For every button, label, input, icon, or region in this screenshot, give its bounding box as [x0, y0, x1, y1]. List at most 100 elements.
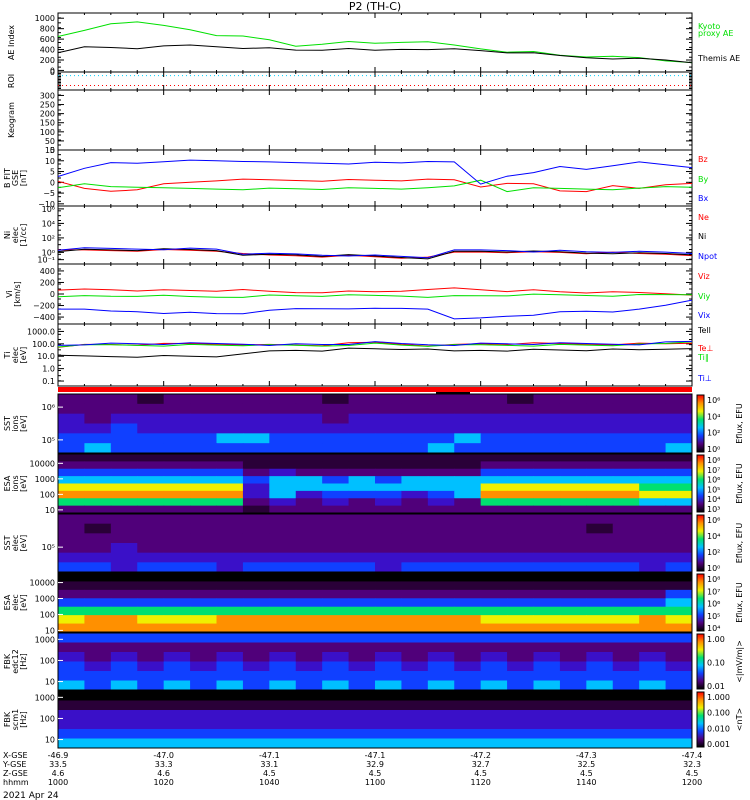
esa-elec-cell — [586, 581, 614, 591]
fbk-edc12-cell — [84, 680, 112, 691]
fbk-scm1-ylabel: [Hz] — [19, 711, 28, 727]
esa-elec-cell — [480, 615, 508, 625]
fbk-edc12-cell — [480, 661, 508, 672]
y-tick-label: 1000 — [35, 595, 55, 604]
sst-elec-cell — [58, 523, 85, 534]
fbk-scm1-cell — [190, 691, 217, 701]
fbk-scm1-cell — [348, 729, 376, 739]
sst-ions-cell — [110, 403, 138, 415]
sst-elec-cell — [375, 552, 402, 563]
fbk-edc12-ylabel: [Hz] — [19, 653, 28, 669]
esa-ions-cell — [269, 505, 297, 514]
y-tick-label: 400 — [40, 46, 55, 55]
esa-ions-cell — [190, 476, 217, 485]
esa-elec-cell — [507, 581, 534, 591]
esa-ions-cell — [427, 483, 455, 492]
esa-elec-cell — [427, 606, 455, 616]
fbk-edc12-cell — [58, 671, 85, 681]
esa-elec-cell — [295, 606, 323, 616]
fbk-edc12-cell — [84, 661, 112, 672]
esa-elec-cell — [533, 573, 561, 582]
fbk-scm1-cell — [322, 710, 350, 720]
legend-bfit-0: Bz — [698, 155, 708, 164]
fbk-edc12-cell — [137, 652, 165, 662]
fbk-edc12-cell — [586, 671, 614, 681]
sst-ions-cell — [84, 403, 112, 415]
sst-elec-cell — [295, 562, 323, 573]
fbk-scm1-cell — [454, 729, 482, 739]
fbk-edc12-cell — [427, 633, 455, 643]
esa-elec-cell — [58, 615, 85, 625]
esa-ions-cell — [375, 476, 402, 485]
sst-ions-colorbar — [696, 394, 705, 453]
fbk-scm1-cell — [639, 700, 667, 711]
esa-ions-cell — [480, 468, 508, 477]
sst-ions-cell — [665, 394, 693, 405]
fbk-scm1-cell — [190, 729, 217, 739]
fbk-edc12-cell — [242, 633, 270, 643]
fbk-edc12-cell — [454, 680, 482, 691]
esa-ions-cell — [58, 483, 85, 492]
fbk-scm1-cell — [84, 691, 112, 701]
y-tick-label: 10 — [45, 736, 55, 745]
vi-frame — [57, 263, 693, 325]
sst-ions-cell — [163, 423, 191, 434]
esa-ions-cell — [84, 498, 112, 507]
esa-elec-cell — [533, 589, 561, 599]
esa-elec-cell — [454, 615, 482, 625]
sst-ions-cell — [137, 403, 165, 415]
esa-elec-cell — [480, 589, 508, 599]
fbk-edc12-cell — [454, 633, 482, 643]
orbit-value: -47.2 — [470, 751, 491, 760]
sst-ions-cell — [348, 403, 376, 415]
fbk-scm1-cell — [295, 738, 323, 749]
esa-elec-cell — [427, 573, 455, 582]
fbk-scm1-cell — [137, 729, 165, 739]
esa-ions-cell — [190, 490, 217, 499]
sst-ions-cell — [348, 443, 376, 454]
esa-elec-cell — [110, 589, 138, 599]
ae-ylabel: AE Index — [7, 25, 16, 60]
y-tick-label: 10.0 — [37, 352, 55, 361]
fbk-edc12-cell — [559, 652, 587, 662]
sst-elec-cell — [163, 562, 191, 573]
y-tick-label: 100 — [40, 656, 55, 665]
fbk-scm1-cell — [137, 710, 165, 720]
sst-elec-cell — [216, 552, 244, 563]
sst-elec-colorbar — [696, 514, 705, 572]
fbk-scm1-cell — [163, 691, 191, 701]
esa-ions-cell — [454, 505, 482, 514]
fbk-scm1-cell — [137, 700, 165, 711]
esa-elec-cell — [163, 606, 191, 616]
y-tick-label: 200 — [40, 278, 55, 287]
sst-ions-cell — [454, 443, 482, 454]
fbk-scm1-cell — [269, 719, 297, 730]
esa-ions-cell — [639, 490, 667, 499]
sst-elec-cell — [216, 533, 244, 544]
esa-elec-cell — [137, 606, 165, 616]
esa-elec-cell — [639, 606, 667, 616]
colorbar-tick-label: 10² — [707, 429, 720, 438]
esa-elec-cell — [348, 573, 376, 582]
sst-ions-cell — [110, 423, 138, 434]
sst-elec-cell — [612, 523, 640, 534]
fbk-edc12-cell — [269, 652, 297, 662]
esa-elec-cell — [269, 615, 297, 625]
y-tick-label: 0 — [50, 178, 55, 187]
sst-elec-cell — [84, 533, 112, 544]
fbk-scm1-cell — [480, 729, 508, 739]
sst-ions-cell — [137, 443, 165, 454]
esa-ions-cell — [216, 468, 244, 477]
esa-elec-cell — [401, 598, 429, 608]
fbk-edc12-cell — [559, 661, 587, 672]
orbit-row-label: Y-GSE — [2, 760, 26, 769]
sst-elec-cell — [665, 533, 693, 544]
fbk-edc12-cell — [58, 642, 85, 653]
fbk-scm1-cell — [375, 700, 402, 711]
esa-elec-cell — [242, 573, 270, 582]
fbk-scm1-cell — [269, 738, 297, 749]
fbk-scm1-cell — [612, 738, 640, 749]
sst-ions-cell — [454, 423, 482, 434]
esa-elec-cell — [163, 581, 191, 591]
fbk-edc12-cell — [137, 680, 165, 691]
